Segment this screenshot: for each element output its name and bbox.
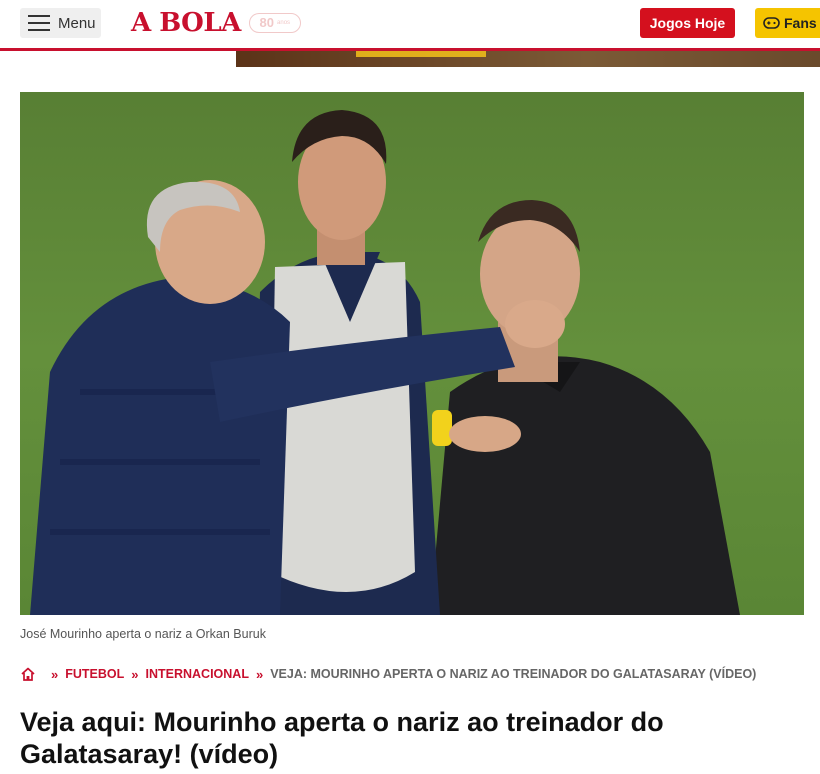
ad-banner[interactable] (236, 51, 820, 67)
anniversary-label: anos (277, 20, 291, 26)
fans-button[interactable]: Fans (755, 8, 820, 38)
menu-button[interactable]: Menu (20, 8, 101, 38)
breadcrumb-separator: » (131, 666, 139, 682)
breadcrumb-separator: » (255, 666, 264, 682)
article-photo-illustration (20, 92, 804, 615)
top-navbar: Menu A BOLA 80 anos Jogos Hoje Fans (0, 0, 820, 48)
article-photo (20, 92, 804, 615)
fans-label: Fans (784, 15, 817, 31)
photo-caption: José Mourinho aperta o nariz a Orkan Bur… (20, 627, 266, 641)
headline-line-2: Galatasaray! (vídeo) (20, 739, 279, 769)
jogos-hoje-button[interactable]: Jogos Hoje (640, 8, 735, 38)
menu-label: Menu (58, 14, 96, 32)
gamepad-icon (763, 17, 780, 29)
anniversary-badge: 80 anos (248, 13, 301, 33)
home-icon[interactable] (20, 666, 36, 682)
breadcrumb: » FUTEBOL » INTERNACIONAL » VEJA: MOURIN… (20, 666, 756, 682)
breadcrumb-internacional[interactable]: INTERNACIONAL (146, 667, 249, 681)
logo-wordmark: A BOLA (131, 8, 241, 38)
breadcrumb-current: VEJA: MOURINHO APERTA O NARIZ AO TREINAD… (270, 667, 757, 681)
site-logo[interactable]: A BOLA 80 anos (131, 9, 301, 37)
breadcrumb-futebol[interactable]: FUTEBOL (65, 667, 124, 681)
breadcrumb-separator: » (51, 666, 59, 682)
hamburger-icon (28, 15, 50, 31)
headline-line-1: Veja aqui: Mourinho aperta o nariz ao tr… (20, 707, 664, 737)
anniversary-number: 80 (259, 15, 275, 30)
article-headline: Veja aqui: Mourinho aperta o nariz ao tr… (20, 706, 800, 770)
